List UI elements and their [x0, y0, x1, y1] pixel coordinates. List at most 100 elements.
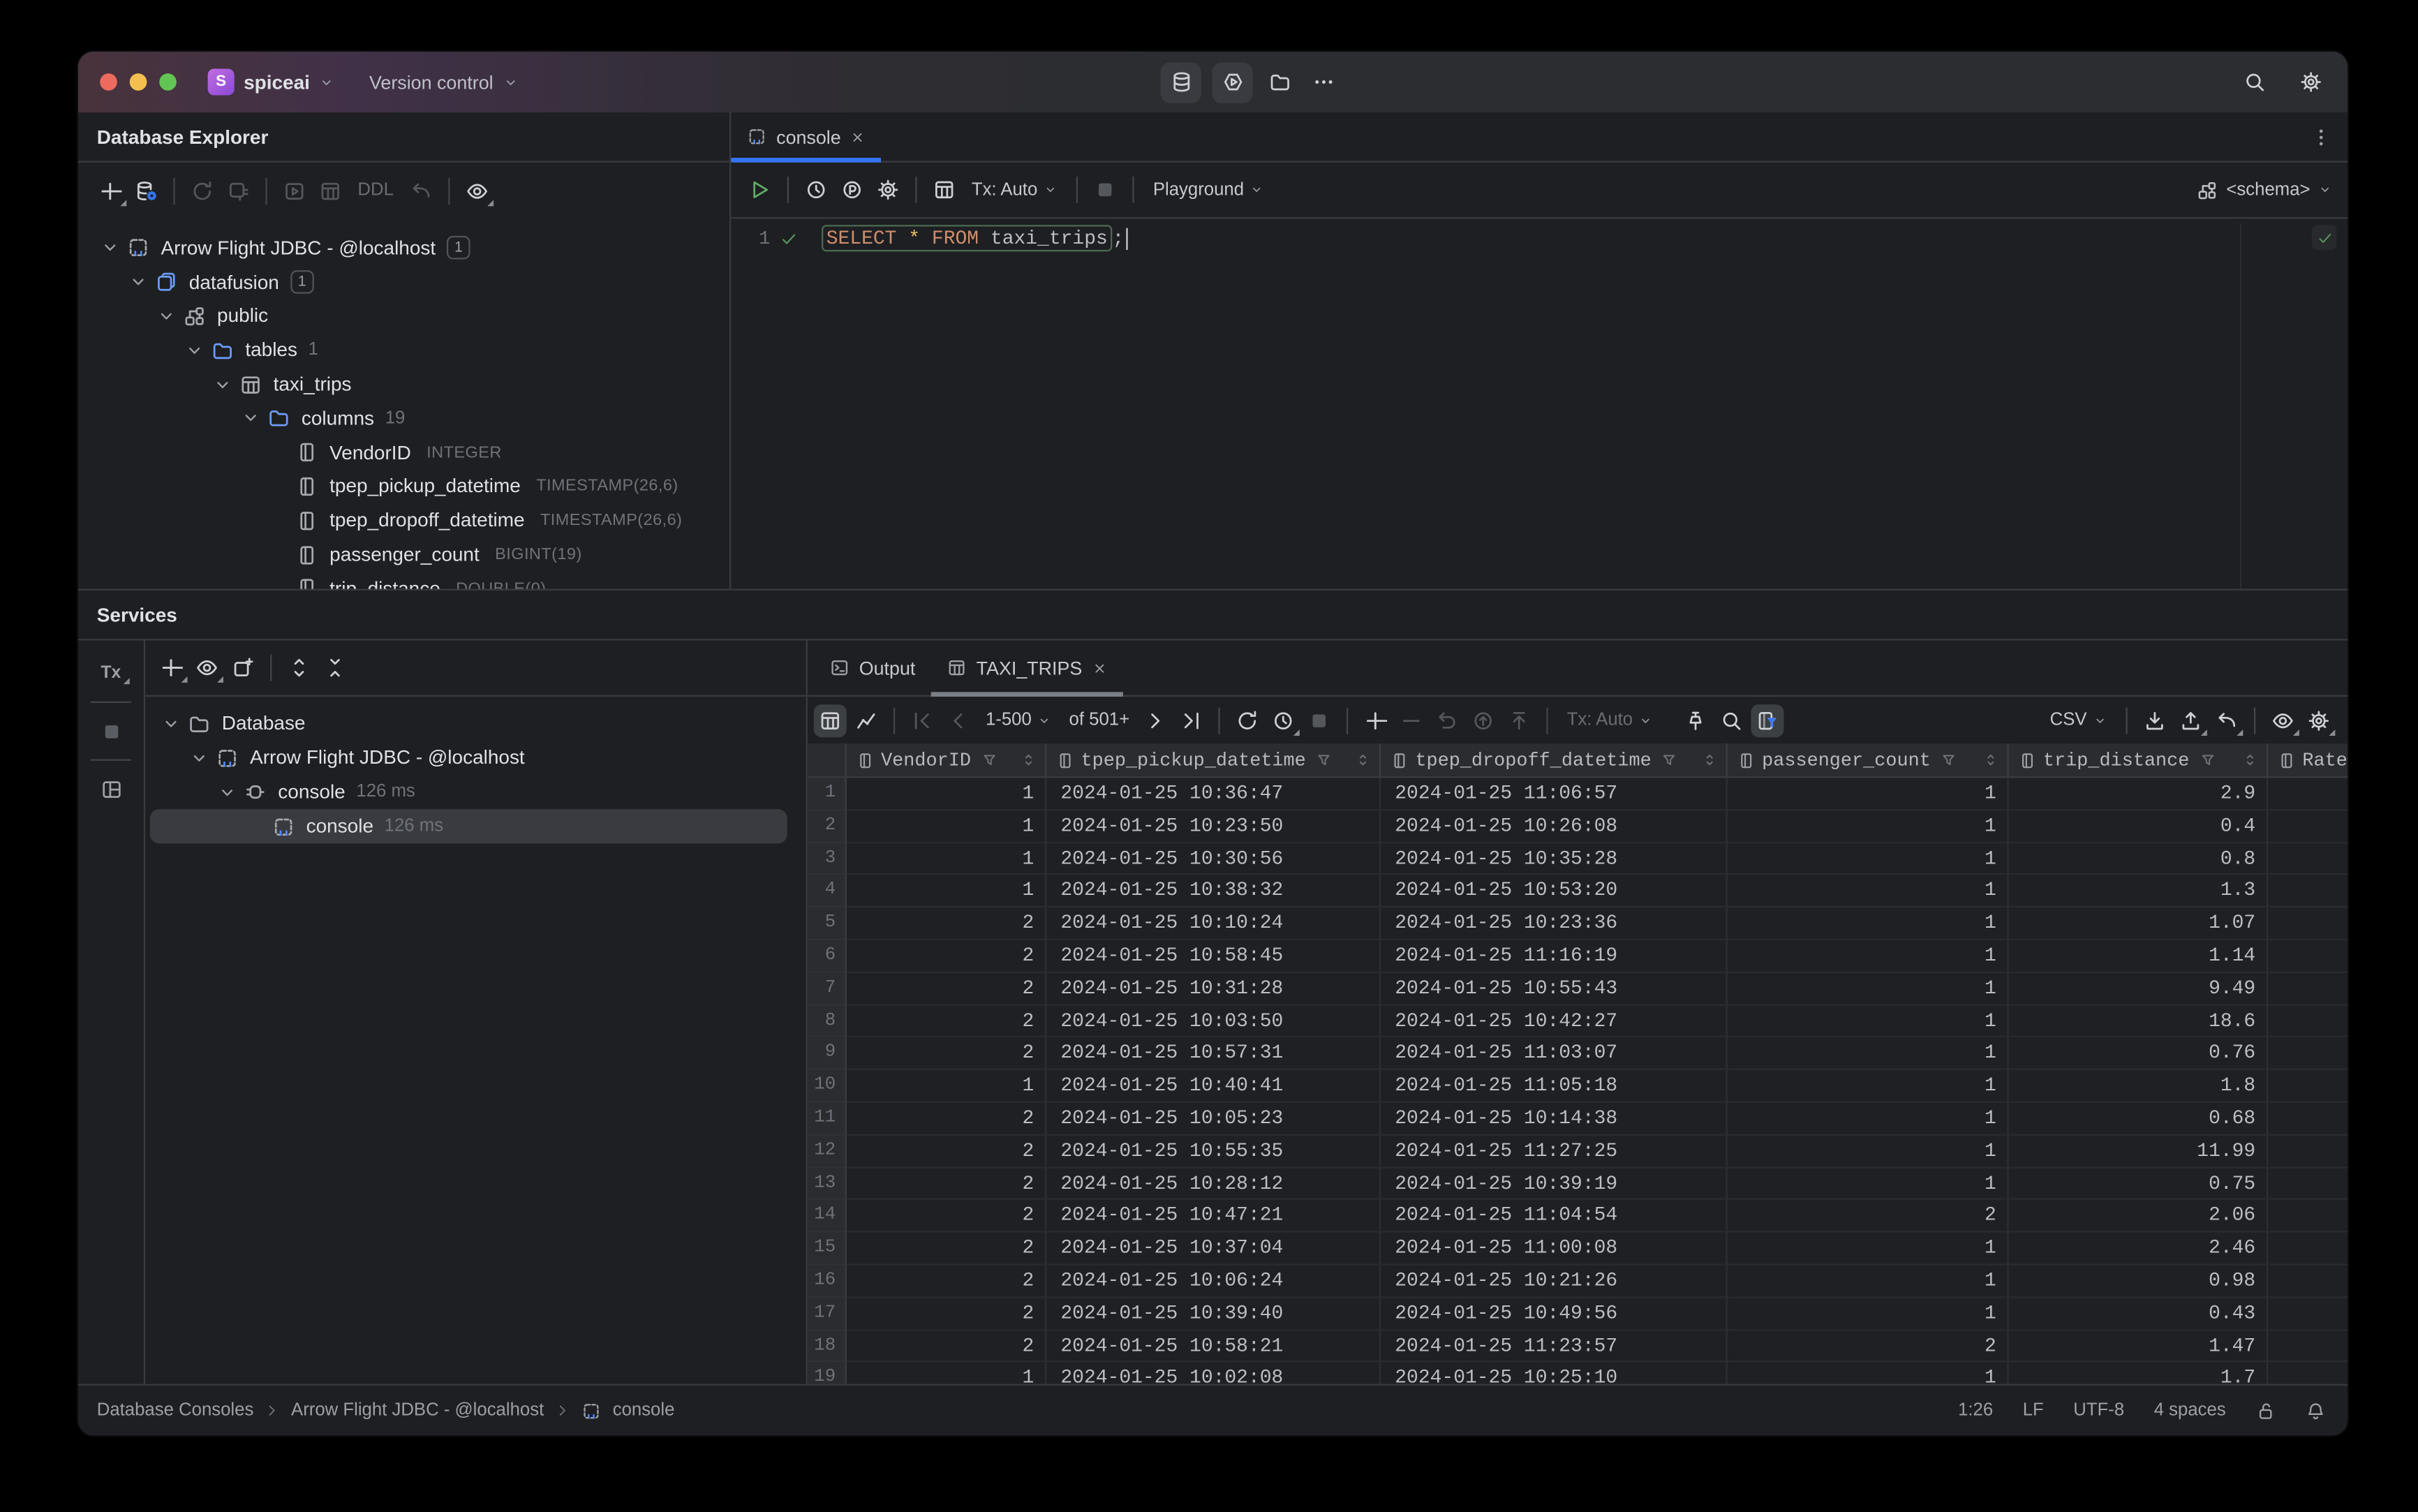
chevron-down-icon[interactable] [217, 782, 237, 802]
cell-tpep_dropoff_datetime[interactable]: 2024-01-25 11:03:07 [1381, 1037, 1728, 1071]
row-number[interactable]: 17 [807, 1297, 847, 1331]
cell-tpep_pickup_datetime[interactable]: 2024-01-25 10:10:24 [1046, 907, 1381, 941]
cell-tpep_dropoff_datetime[interactable]: 2024-01-25 11:16:19 [1381, 940, 1728, 973]
row-number[interactable]: 16 [807, 1265, 847, 1298]
chevron-down-icon[interactable] [241, 408, 261, 429]
tx-mode-select[interactable]: Tx: Auto [964, 173, 1066, 206]
cell-trip_distance[interactable]: 1.8 [2008, 1070, 2269, 1103]
breadcrumb-item[interactable]: console [613, 1401, 675, 1420]
cell-rate[interactable] [2268, 778, 2348, 810]
cell-trip_distance[interactable]: 9.49 [2008, 972, 2269, 1006]
cell-vendorid[interactable]: 2 [846, 1037, 1047, 1071]
settings-button[interactable] [2294, 66, 2327, 98]
column-header-tpep_pickup_datetime[interactable]: tpep_pickup_datetime [1046, 743, 1381, 777]
cell-tpep_dropoff_datetime[interactable]: 2024-01-25 11:04:54 [1381, 1200, 1728, 1233]
view-as-chart-button[interactable] [850, 704, 882, 736]
row-number[interactable]: 19 [807, 1363, 847, 1384]
revert-button[interactable] [1431, 704, 1464, 736]
cell-vendorid[interactable]: 2 [846, 940, 1047, 973]
filter-icon[interactable] [1940, 751, 1957, 769]
cell-vendorid[interactable]: 2 [846, 907, 1047, 941]
indent-widget[interactable]: 4 spaces [2154, 1401, 2226, 1420]
cell-passenger_count[interactable]: 1 [1727, 1265, 2009, 1298]
cell-passenger_count[interactable]: 1 [1727, 1102, 2009, 1136]
cell-tpep_pickup_datetime[interactable]: 2024-01-25 10:06:24 [1046, 1265, 1381, 1298]
cell-tpep_pickup_datetime[interactable]: 2024-01-25 10:57:31 [1046, 1037, 1381, 1071]
view-options-button[interactable] [191, 651, 223, 684]
tree-item-arrow-flight-jdbc-localhost[interactable]: Arrow Flight JDBC - @localhost 1 [78, 231, 729, 265]
cell-vendorid[interactable]: 2 [846, 1297, 1047, 1331]
tree-item-arrow-flight-jdbc-localhost[interactable]: Arrow Flight JDBC - @localhost [145, 741, 806, 775]
cell-rate[interactable] [2268, 1135, 2348, 1168]
cell-tpep_dropoff_datetime[interactable]: 2024-01-25 10:23:36 [1381, 907, 1728, 941]
delete-row-button[interactable] [1395, 704, 1428, 736]
tree-item-trip-distance[interactable]: trip_distance DOUBLE(0) [78, 572, 729, 589]
stop-process-button[interactable] [97, 717, 125, 745]
close-icon[interactable] [850, 129, 866, 144]
row-number[interactable]: 18 [807, 1330, 847, 1363]
row-number[interactable]: 13 [807, 1167, 847, 1201]
breadcrumb-item[interactable]: Arrow Flight JDBC - @localhost [291, 1401, 544, 1420]
row-number[interactable]: 6 [807, 940, 847, 973]
run-anything-button[interactable] [1212, 61, 1253, 103]
cell-tpep_dropoff_datetime[interactable]: 2024-01-25 11:23:57 [1381, 1330, 1728, 1363]
cell-passenger_count[interactable]: 1 [1727, 972, 2009, 1006]
refresh-button[interactable] [186, 175, 218, 207]
cell-vendorid[interactable]: 1 [846, 875, 1047, 908]
cell-rate[interactable] [2268, 1168, 2348, 1201]
push-button[interactable] [1503, 704, 1536, 736]
cell-tpep_pickup_datetime[interactable]: 2024-01-25 10:30:56 [1046, 843, 1381, 875]
cell-tpep_dropoff_datetime[interactable]: 2024-01-25 10:21:26 [1381, 1265, 1728, 1298]
chevron-down-icon[interactable] [189, 748, 209, 768]
view-options-button[interactable] [461, 175, 494, 207]
go-to-ddl-button[interactable] [405, 175, 438, 207]
tree-item-taxi-trips[interactable]: taxi_trips [78, 367, 729, 401]
stop-button[interactable] [1089, 173, 1122, 206]
close-window-button[interactable] [100, 73, 117, 91]
cell-trip_distance[interactable]: 18.6 [2008, 1005, 2269, 1038]
row-number[interactable]: 2 [807, 810, 847, 843]
cell-tpep_pickup_datetime[interactable]: 2024-01-25 10:58:45 [1046, 940, 1381, 973]
tree-item-console[interactable]: console 126 ms [149, 809, 787, 844]
new-query-console-button[interactable] [278, 175, 311, 207]
row-number[interactable]: 8 [807, 1005, 847, 1038]
view-options-button[interactable] [2267, 704, 2299, 736]
cell-tpep_dropoff_datetime[interactable]: 2024-01-25 10:49:56 [1381, 1297, 1728, 1331]
filter-icon[interactable] [980, 751, 997, 769]
tab-console[interactable]: console [731, 112, 882, 163]
row-number[interactable]: 14 [807, 1200, 847, 1233]
tx-mode-select[interactable]: Tx: Auto [1559, 704, 1661, 736]
chevron-down-icon[interactable] [161, 713, 181, 734]
cell-vendorid[interactable]: 2 [846, 1167, 1047, 1201]
tree-item-tpep-pickup-datetime[interactable]: tpep_pickup_datetime TIMESTAMP(26,6) [78, 470, 729, 504]
cell-tpep_pickup_datetime[interactable]: 2024-01-25 10:05:23 [1046, 1102, 1381, 1136]
cell-trip_distance[interactable]: 0.76 [2008, 1037, 2269, 1071]
tree-item-tables[interactable]: tables 1 [78, 334, 729, 368]
cell-passenger_count[interactable]: 1 [1727, 778, 2009, 810]
cell-tpep_pickup_datetime[interactable]: 2024-01-25 10:37:04 [1046, 1232, 1381, 1266]
filter-icon[interactable] [1315, 751, 1333, 769]
sql-editor[interactable]: 1 SELECT * FROM taxi_trips; [731, 218, 2347, 589]
cell-passenger_count[interactable]: 1 [1727, 1135, 2009, 1168]
tree-item-passenger-count[interactable]: passenger_count BIGINT(19) [78, 538, 729, 572]
new-data-source-button[interactable] [94, 175, 127, 207]
disconnect-button[interactable] [222, 175, 255, 207]
data-source-properties-button[interactable] [130, 175, 163, 207]
cell-tpep_pickup_datetime[interactable]: 2024-01-25 10:55:35 [1046, 1135, 1381, 1168]
cell-trip_distance[interactable]: 0.43 [2008, 1297, 2269, 1331]
sort-icon[interactable] [1982, 751, 2000, 769]
pin-tab-button[interactable] [1679, 704, 1712, 736]
find-button[interactable] [1716, 704, 1749, 736]
ddl-button[interactable]: DDL [350, 175, 401, 207]
encoding-widget[interactable]: UTF-8 [2073, 1401, 2124, 1420]
cell-passenger_count[interactable]: 1 [1727, 810, 2009, 843]
commit-button[interactable] [1467, 704, 1499, 736]
column-header-trip_distance[interactable]: trip_distance [2009, 743, 2269, 777]
cell-trip_distance[interactable]: 2.9 [2008, 778, 2269, 810]
cell-trip_distance[interactable]: 0.75 [2008, 1167, 2269, 1201]
cell-rate[interactable] [2268, 1298, 2348, 1331]
sort-icon[interactable] [2241, 751, 2259, 769]
cell-rate[interactable] [2268, 875, 2348, 908]
cell-rate[interactable] [2268, 1005, 2348, 1038]
cell-vendorid[interactable]: 2 [846, 1102, 1047, 1136]
